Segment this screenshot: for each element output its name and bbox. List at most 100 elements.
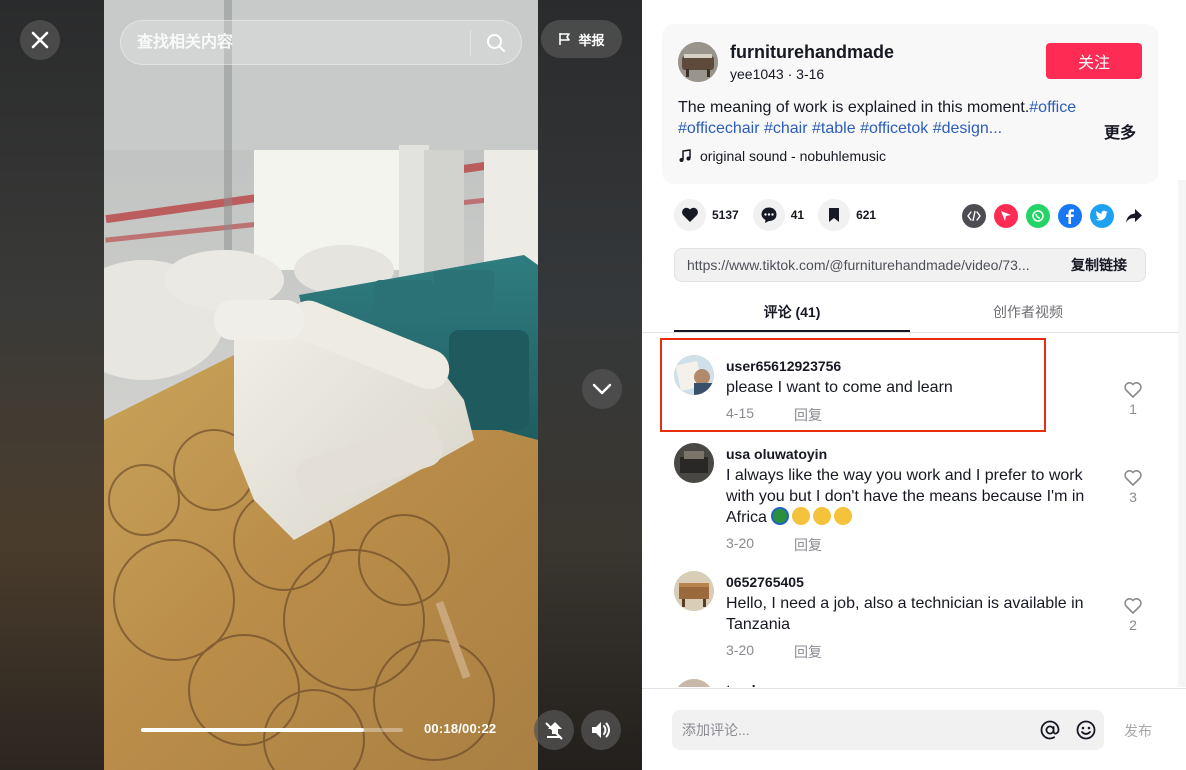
music-note-icon <box>679 149 691 162</box>
tab-creator-videos[interactable]: 创作者视频 <box>910 292 1146 332</box>
report-label: 举报 <box>578 32 605 48</box>
tab-comments[interactable]: 评论 (41) <box>674 292 910 332</box>
save-action[interactable]: 621 <box>818 199 876 231</box>
avatar-image <box>674 679 714 687</box>
save-button[interactable] <box>818 199 851 231</box>
comment-like-button[interactable]: 3 <box>1122 469 1144 505</box>
post-description: The meaning of work is explained in this… <box>678 97 1102 139</box>
whatsapp-icon[interactable] <box>1026 204 1050 228</box>
sad-face-emoji <box>792 507 811 525</box>
at-mention-icon <box>1040 720 1060 740</box>
comment-avatar[interactable] <box>674 443 714 483</box>
search-input[interactable] <box>121 21 470 64</box>
comment-like-count: 3 <box>1129 489 1137 505</box>
post-info-card: furniturehandmade yee1043 · 3-16 关注 The … <box>662 24 1158 184</box>
search-icon <box>487 33 505 52</box>
music-title: original sound - nobuhlemusic <box>700 148 886 164</box>
twitter-icon[interactable] <box>1090 204 1114 228</box>
hashtag-link[interactable]: #office <box>1029 99 1076 116</box>
save-count: 621 <box>856 208 877 222</box>
comment-reply-button[interactable]: 回复 <box>794 535 822 555</box>
avatar-image <box>674 571 714 611</box>
heart-outline-icon <box>1124 382 1142 398</box>
comment-text: Hello, I need a job, also a technician i… <box>726 595 1084 633</box>
post-comment-button[interactable]: 发布 <box>1124 721 1152 741</box>
video-progress-fill <box>141 728 364 732</box>
follow-button[interactable]: 关注 <box>1046 43 1142 79</box>
description-text: The meaning of work is explained in this… <box>678 99 1030 116</box>
avatar-image <box>674 443 714 483</box>
comment-date: 3-20 <box>726 642 755 658</box>
search-button[interactable] <box>471 21 521 64</box>
embed-icon[interactable] <box>962 204 986 228</box>
comment-date: 3-20 <box>726 535 755 551</box>
hashtag-link[interactable]: #chair <box>764 120 808 137</box>
mention-button[interactable] <box>1032 710 1068 750</box>
close-button[interactable] <box>20 20 60 60</box>
facebook-icon[interactable] <box>1058 204 1082 228</box>
share-arrow-icon[interactable] <box>1122 204 1146 228</box>
comment-like-button[interactable]: 2 <box>1122 597 1144 633</box>
like-action[interactable]: 5137 <box>674 199 739 231</box>
comment-icon <box>761 207 777 223</box>
hashtag-link[interactable]: #design... <box>933 120 1002 137</box>
author-meta: yee1043 · 3-16 <box>730 66 825 82</box>
author-avatar[interactable] <box>678 42 718 82</box>
comment-avatar[interactable] <box>674 571 714 611</box>
author-name[interactable]: furniturehandmade <box>730 42 894 63</box>
comment-list[interactable]: user65612923756 please I want to come an… <box>642 333 1178 687</box>
sad-face-emoji <box>834 507 853 525</box>
comment-button[interactable] <box>752 199 785 231</box>
video-frame[interactable] <box>104 0 538 770</box>
hashtag-link[interactable]: #table <box>812 120 856 137</box>
comment-input[interactable] <box>672 710 1032 750</box>
comment-text: I always like the way you work and I pre… <box>726 465 1102 528</box>
heart-outline-icon <box>1124 598 1142 614</box>
comment-username[interactable]: usa oluwatoyin <box>726 446 827 462</box>
close-icon <box>31 31 49 49</box>
video-blur-left <box>0 0 104 770</box>
hashtag-link[interactable]: #officetok <box>860 120 928 137</box>
sad-face-emoji <box>813 507 832 525</box>
comment-like-count: 2 <box>1129 617 1137 633</box>
share-row <box>962 204 1146 228</box>
emoji-button[interactable] <box>1068 710 1104 750</box>
description-more-button[interactable]: 更多 <box>1104 119 1136 143</box>
comment-avatar[interactable] <box>674 355 714 395</box>
heart-outline-icon <box>1124 470 1142 486</box>
globe-emoji <box>771 507 790 525</box>
video-url[interactable]: https://www.tiktok.com/@furniturehandmad… <box>675 257 1053 273</box>
comment-username[interactable]: 0652765405 <box>726 574 804 590</box>
comment-scrollbar[interactable] <box>1178 180 1186 687</box>
volume-button[interactable] <box>581 710 621 750</box>
hashtag-link[interactable]: #officechair <box>678 120 760 137</box>
comment-reply-button[interactable]: 回复 <box>794 642 822 662</box>
action-bar: 5137 41 621 <box>674 199 890 231</box>
comment-input-box[interactable] <box>672 710 1104 750</box>
copy-link-button[interactable]: 复制链接 <box>1053 255 1145 275</box>
avatar-image <box>678 42 718 82</box>
comment-like-button[interactable]: 1 <box>1122 381 1144 417</box>
video-details-panel: furniturehandmade yee1043 · 3-16 关注 The … <box>642 0 1186 770</box>
comment-username[interactable]: user65612923756 <box>726 358 841 374</box>
video-progress-bar[interactable] <box>141 728 403 732</box>
comment-reply-button[interactable]: 回复 <box>794 405 822 425</box>
bookmark-icon <box>829 208 840 222</box>
send-icon[interactable] <box>994 204 1018 228</box>
floating-player-icon <box>545 722 563 740</box>
video-player[interactable]: 举报 00:18/00:22 <box>0 0 642 770</box>
floating-player-button[interactable] <box>534 710 574 750</box>
search-box[interactable] <box>120 20 522 65</box>
next-video-button[interactable] <box>582 369 622 409</box>
like-button[interactable] <box>674 199 706 231</box>
comment-composer: 发布 <box>642 688 1186 770</box>
comment-avatar[interactable] <box>674 679 714 687</box>
comment-username[interactable]: tender <box>726 682 769 687</box>
comment-count: 41 <box>790 208 805 222</box>
comment-action[interactable]: 41 <box>752 199 805 231</box>
music-link[interactable]: original sound - nobuhlemusic <box>678 148 886 164</box>
report-button[interactable]: 举报 <box>541 20 622 58</box>
video-link-bar: https://www.tiktok.com/@furniturehandmad… <box>674 248 1146 282</box>
comment-text: please I want to come and learn <box>726 379 953 396</box>
volume-icon <box>592 722 610 738</box>
